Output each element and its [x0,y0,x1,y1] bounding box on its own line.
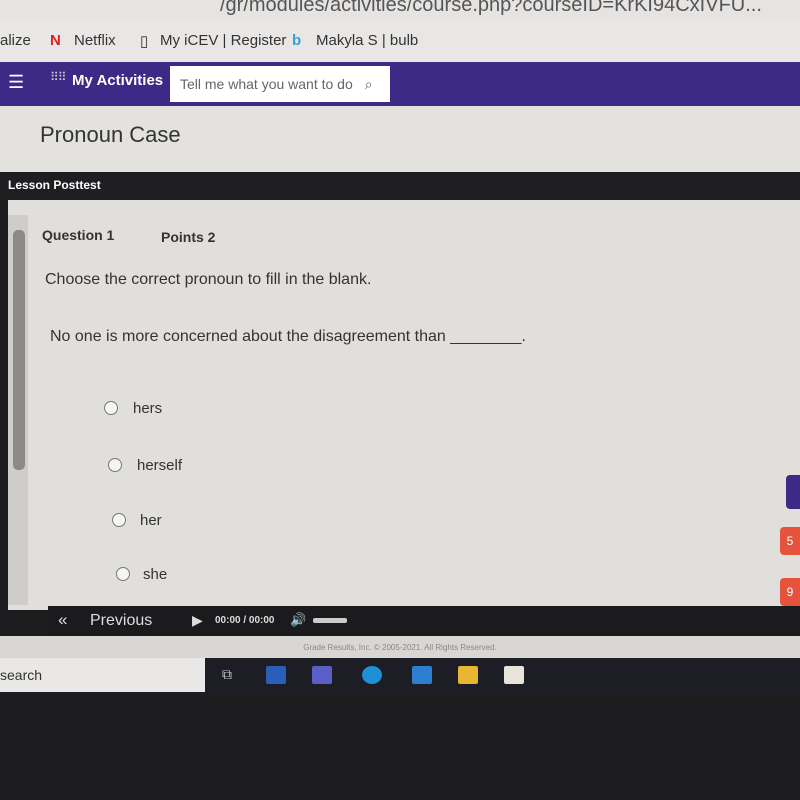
scrollbar-thumb[interactable] [13,230,25,470]
taskbar-search[interactable]: search [0,658,205,692]
option-label: herself [137,457,183,474]
mail-icon[interactable] [412,666,432,684]
bookmark-alize[interactable]: alize [0,32,31,49]
top-nav: ☰ ⠿⠿ My Activities [0,62,800,106]
bookmarks-bar: alize N Netflix ▯ My iCEV | Register b M… [0,20,800,62]
bookmark-icev[interactable]: My iCEV | Register [160,32,286,49]
option-label: hers [133,400,163,417]
page-title: Pronoun Case [40,122,181,147]
side-button[interactable] [786,475,800,509]
bulb-icon: b [292,32,302,49]
player-bar: « Previous ▶ 00:00 / 00:00 🔊 [48,606,800,636]
folder-icon[interactable] [458,666,478,684]
option-label: she [143,566,168,583]
word-icon[interactable] [266,666,286,684]
question-number: Question 1 [42,227,115,243]
task-view-icon[interactable]: ⧉ [222,666,242,684]
time-display: 00:00 / 00:00 [215,615,275,626]
footer: Grade Results, Inc. © 2005-2021. All Rig… [0,636,800,658]
radio-button[interactable] [116,567,130,581]
question-points: Points 2 [161,229,216,245]
address-bar[interactable]: /gr/modules/activities/course.php?course… [0,0,800,20]
search-input[interactable]: Tell me what you want to do ⌕ [170,66,390,102]
question-sentence: No one is more concerned about the disag… [50,328,526,345]
play-icon[interactable]: ▶ [192,612,203,629]
side-badge[interactable]: 9 [780,578,800,606]
netflix-icon: N [50,32,61,49]
volume-icon[interactable]: 🔊 [290,612,306,628]
url-text: /gr/modules/activities/course.php?course… [220,0,762,16]
bookmark-bulb[interactable]: Makyla S | bulb [316,32,418,49]
section-header: Lesson Posttest [0,172,800,200]
page-icon: ▯ [140,33,149,50]
search-placeholder: Tell me what you want to do [180,76,353,92]
menu-icon[interactable]: ☰ [8,72,24,93]
store-icon[interactable] [504,666,524,684]
radio-button[interactable] [108,458,122,472]
radio-button[interactable] [112,513,126,527]
teams-icon[interactable] [312,666,332,684]
edge-icon[interactable] [362,666,382,684]
option-label: her [140,512,162,529]
radio-button[interactable] [104,401,118,415]
grid-icon: ⠿⠿ [50,70,67,84]
double-chevron-left-icon[interactable]: « [58,610,67,630]
bookmark-netflix[interactable]: Netflix [74,32,116,49]
previous-button[interactable]: Previous [90,612,152,630]
search-icon[interactable]: ⌕ [365,76,373,92]
my-activities-link[interactable]: My Activities [72,72,163,89]
side-badge[interactable]: 5 [780,527,800,555]
question-panel [8,200,800,610]
question-instruction: Choose the correct pronoun to fill in th… [45,271,372,288]
volume-slider[interactable] [313,618,347,623]
